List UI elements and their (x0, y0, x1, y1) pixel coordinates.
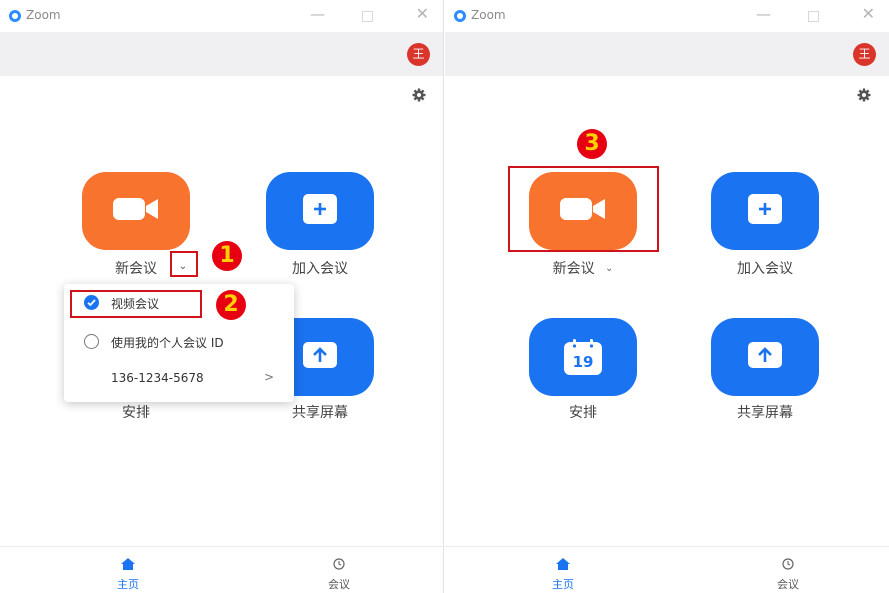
join-meeting-button[interactable] (266, 172, 374, 250)
nav-meetings-label: 会议 (777, 578, 799, 591)
nav-meetings-label: 会议 (328, 578, 350, 591)
use-personal-id-text: 使用我的个人会议 ID (111, 336, 224, 350)
callout-box-1 (170, 251, 198, 277)
maximize-button[interactable] (362, 11, 373, 22)
minimize-button[interactable]: — (756, 4, 771, 24)
zoom-window-left: Zoom — ✕ 王 新会议 ⌄ 加入会议 共享屏幕 安排 视频会议 使用我的个… (0, 0, 444, 593)
new-meeting-text: 新会议 (552, 261, 595, 277)
plus-icon (303, 194, 337, 228)
schedule-label: 安排 (569, 405, 597, 421)
new-meeting-text: 新会议 (115, 261, 157, 277)
nav-meetings[interactable]: 会议 (309, 555, 369, 592)
personal-id-text: 136-1234-5678 (111, 371, 204, 385)
share-up-arrow-icon (303, 342, 337, 372)
share-up-arrow-icon (748, 342, 782, 372)
join-meeting-label: 加入会议 (737, 261, 793, 277)
radio-circle-icon (84, 334, 99, 349)
app-title: Zoom (26, 8, 61, 22)
minimize-button[interactable]: — (310, 4, 325, 24)
home-icon (121, 555, 135, 574)
callout-number-2: 2 (216, 290, 246, 320)
join-meeting-label: 加入会议 (292, 261, 348, 277)
close-button[interactable]: ✕ (416, 4, 429, 24)
avatar[interactable]: 王 (407, 43, 430, 66)
callout-box-2 (70, 290, 202, 318)
nav-home[interactable]: 主页 (98, 555, 158, 592)
callout-number-3: 3 (577, 129, 607, 159)
app-title: Zoom (471, 8, 506, 22)
video-camera-icon (113, 196, 159, 226)
callout-number-1: 1 (212, 241, 242, 271)
zoom-logo-icon (454, 10, 466, 22)
gear-icon[interactable] (857, 87, 871, 102)
bottom-nav: 主页 会议 (0, 546, 443, 593)
chevron-right-icon: > (263, 370, 274, 384)
avatar[interactable]: 王 (853, 43, 876, 66)
home-icon (556, 555, 570, 574)
title-bar: Zoom — ✕ (445, 0, 889, 32)
new-meeting-label: 新会议 ⌄ (523, 258, 643, 278)
zoom-logo-icon (9, 10, 21, 22)
nav-home-label: 主页 (117, 578, 139, 591)
schedule-label: 安排 (122, 405, 150, 421)
calendar-day-text: 19 (572, 353, 594, 371)
callout-box-3 (508, 166, 659, 252)
new-meeting-button[interactable] (82, 172, 190, 250)
clock-icon (782, 555, 794, 574)
plus-icon (748, 194, 782, 228)
close-button[interactable]: ✕ (862, 4, 875, 24)
schedule-button[interactable]: 19 (529, 318, 637, 396)
join-meeting-button[interactable] (711, 172, 819, 250)
title-bar: Zoom — ✕ (0, 0, 443, 32)
calendar-icon: 19 (564, 339, 602, 375)
maximize-button[interactable] (808, 11, 819, 22)
nav-home[interactable]: 主页 (533, 555, 593, 592)
share-screen-label: 共享屏幕 (292, 405, 348, 421)
nav-meetings[interactable]: 会议 (758, 555, 818, 592)
gear-icon[interactable] (412, 87, 426, 102)
use-personal-id-option[interactable]: 使用我的个人会议 ID (64, 327, 294, 357)
chevron-down-icon[interactable]: ⌄ (605, 263, 613, 274)
bottom-nav: 主页 会议 (445, 546, 889, 593)
header-bar: 王 (445, 32, 889, 76)
nav-home-label: 主页 (552, 578, 574, 591)
share-screen-label: 共享屏幕 (737, 405, 793, 421)
zoom-window-right: Zoom — ✕ 王 新会议 ⌄ 加入会议 19 安排 共享屏幕 3 主页 会议 (445, 0, 889, 593)
clock-icon (333, 555, 345, 574)
header-bar: 王 (0, 32, 443, 76)
personal-id-row[interactable]: 136-1234-5678 > (64, 364, 294, 394)
share-screen-button[interactable] (711, 318, 819, 396)
